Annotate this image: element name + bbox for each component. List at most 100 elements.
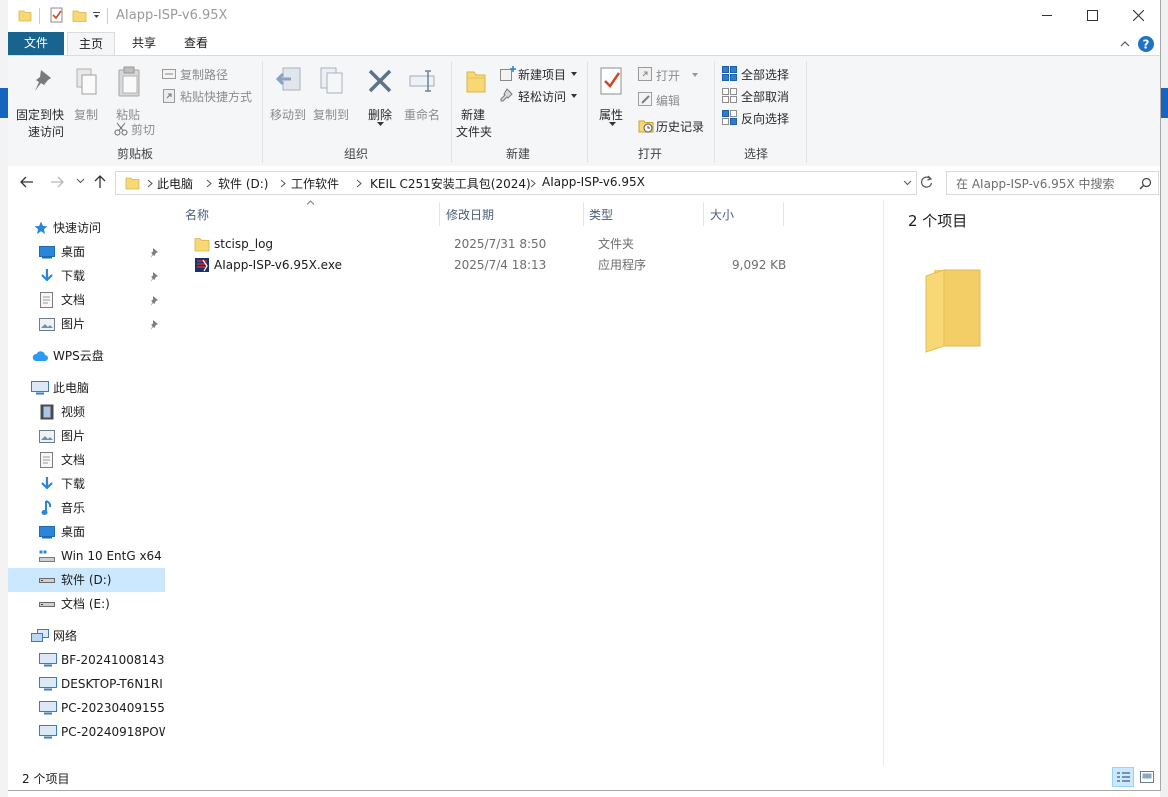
chevron-down-icon (571, 94, 577, 98)
column-header-name[interactable]: 名称 (185, 206, 209, 223)
copy-path-button[interactable]: 复制路径 (160, 65, 256, 83)
address-history-chevron-icon[interactable] (903, 180, 912, 186)
easy-access-icon (500, 88, 513, 102)
nav-pc-videos[interactable]: 视频 (8, 400, 165, 424)
nav-pc-documents[interactable]: 文档 (8, 448, 165, 472)
group-separator (714, 61, 715, 163)
breadcrumb-drive-d[interactable]: 软件 (D:) (218, 175, 268, 192)
desktop-icon (39, 246, 55, 259)
column-header-date[interactable]: 修改日期 (446, 206, 494, 223)
nav-drive-e[interactable]: 文档 (E:) (8, 592, 165, 616)
nav-pc-music[interactable]: 音乐 (8, 496, 165, 520)
help-icon[interactable]: ? (1138, 36, 1154, 52)
properties-quick-icon[interactable] (49, 7, 65, 23)
nav-quick-downloads[interactable]: 下载 (8, 264, 165, 288)
address-bar[interactable]: 此电脑 软件 (D:) 工作软件 KEIL C251安装工具包(2024) AI… (115, 171, 917, 195)
tab-file[interactable]: 文件 (8, 32, 64, 55)
new-item-button[interactable]: 新建项目 (498, 65, 582, 83)
tab-share[interactable]: 共享 (118, 32, 170, 55)
delete-button[interactable]: 删除 (363, 60, 397, 140)
breadcrumb-work-software[interactable]: 工作软件 (291, 175, 339, 192)
pin-icon (35, 70, 51, 91)
cut-button[interactable]: 剪切 (112, 120, 162, 138)
customize-quick-access-icon[interactable] (93, 12, 101, 20)
open-button[interactable]: 打开 (636, 66, 700, 84)
nav-quick-documents[interactable]: 文档 (8, 288, 165, 312)
breadcrumb-current[interactable]: AIapp-ISP-v6.95X (542, 175, 645, 189)
refresh-icon[interactable] (920, 175, 933, 188)
nav-label: BF-202410081438 (61, 653, 165, 667)
nav-label: PC-202304091553 (61, 701, 165, 715)
copy-to-button[interactable]: 复制到 (311, 60, 351, 140)
nav-drive-d[interactable]: 软件 (D:) (8, 568, 165, 592)
large-icons-view-button[interactable] (1136, 767, 1158, 787)
column-header-type[interactable]: 类型 (589, 206, 613, 223)
maximize-button[interactable] (1070, 0, 1116, 32)
minimize-button[interactable] (1024, 0, 1070, 32)
nav-pc-desktop[interactable]: 桌面 (8, 520, 165, 544)
search-box[interactable]: 在 AIapp-ISP-v6.95X 中搜索 (946, 171, 1159, 195)
details-view-button[interactable] (1112, 767, 1134, 787)
column-divider[interactable] (703, 202, 704, 226)
new-folder-quick-icon[interactable] (72, 8, 88, 24)
column-divider[interactable] (439, 202, 440, 226)
group-separator (806, 61, 807, 163)
recent-locations-chevron-icon[interactable] (76, 178, 85, 184)
download-icon (41, 477, 53, 490)
nav-label: 快速访问 (53, 221, 102, 235)
invert-selection-button[interactable]: 反向选择 (720, 109, 804, 127)
search-icon[interactable] (1139, 177, 1152, 190)
nav-network-pc[interactable]: DESKTOP-T6N1RI (8, 672, 165, 696)
nav-quick-desktop[interactable]: 桌面 (8, 240, 165, 264)
chevron-right-icon[interactable] (530, 179, 536, 188)
column-header-size[interactable]: 大小 (710, 206, 734, 223)
properties-button[interactable]: 属性 (591, 60, 633, 140)
select-all-button[interactable]: 全部选择 (720, 65, 804, 83)
ribbon-collapse-icon[interactable] (1120, 40, 1130, 47)
pin-to-quick-access-button[interactable]: 固定到快 速访问 (14, 60, 76, 140)
chevron-down-icon (571, 72, 577, 76)
file-type: 文件夹 (598, 237, 635, 251)
up-arrow-icon[interactable] (94, 175, 106, 189)
select-none-button[interactable]: 全部取消 (720, 87, 804, 105)
nav-pc-downloads[interactable]: 下载 (8, 472, 165, 496)
nav-network[interactable]: 网络 (8, 624, 165, 648)
nav-quick-pictures[interactable]: 图片 (8, 312, 165, 336)
new-folder-button[interactable]: 新建 文件夹 (454, 60, 498, 140)
table-row[interactable]: AIapp-ISP-v6.95X.exe 2025/7/4 18:13 应用程序… (174, 255, 794, 276)
nav-network-pc[interactable]: PC-202304091553 (8, 696, 165, 720)
edit-button[interactable]: 编辑 (636, 91, 700, 109)
folder-icon (125, 177, 140, 190)
breadcrumb-keil[interactable]: KEIL C251安装工具包(2024) (370, 175, 531, 192)
nav-wps-cloud[interactable]: WPS云盘 (8, 344, 165, 368)
column-divider[interactable] (783, 202, 784, 226)
nav-network-pc[interactable]: BF-202410081438 (8, 648, 165, 672)
nav-drive-c[interactable]: Win 10 EntG x64 ( (8, 544, 165, 568)
history-button[interactable]: 历史记录 (636, 117, 712, 135)
chevron-right-icon[interactable] (280, 179, 286, 188)
search-input[interactable]: 在 AIapp-ISP-v6.95X 中搜索 (956, 175, 1114, 192)
easy-access-button[interactable]: 轻松访问 (498, 87, 582, 105)
close-button[interactable] (1116, 0, 1162, 32)
tab-home[interactable]: 主页 (67, 32, 115, 56)
move-to-button[interactable]: 移动到 (268, 60, 308, 140)
easy-access-label: 轻松访问 (518, 90, 567, 104)
copy-button[interactable]: 复制 (70, 60, 104, 140)
nav-network-pc[interactable]: PC-20240918POW (8, 720, 165, 744)
forward-arrow-icon[interactable] (50, 176, 64, 188)
breadcrumb-this-pc[interactable]: 此电脑 (157, 175, 193, 192)
new-folder-icon (466, 71, 486, 93)
nav-pc-pictures[interactable]: 图片 (8, 424, 165, 448)
column-divider[interactable] (583, 202, 584, 226)
chevron-right-icon[interactable] (147, 179, 153, 188)
copy-path-label: 复制路径 (180, 68, 229, 82)
table-row[interactable]: stcisp_log 2025/7/31 8:50 文件夹 (174, 234, 794, 255)
nav-quick-access[interactable]: 快速访问 (8, 216, 165, 240)
rename-button[interactable]: 重命名 (401, 60, 447, 140)
chevron-right-icon[interactable] (206, 179, 212, 188)
paste-shortcut-button[interactable]: 粘贴快捷方式 (160, 87, 264, 105)
back-arrow-icon[interactable] (20, 176, 34, 188)
chevron-right-icon[interactable] (356, 179, 362, 188)
nav-this-pc[interactable]: 此电脑 (8, 376, 165, 400)
tab-view[interactable]: 查看 (170, 32, 222, 55)
